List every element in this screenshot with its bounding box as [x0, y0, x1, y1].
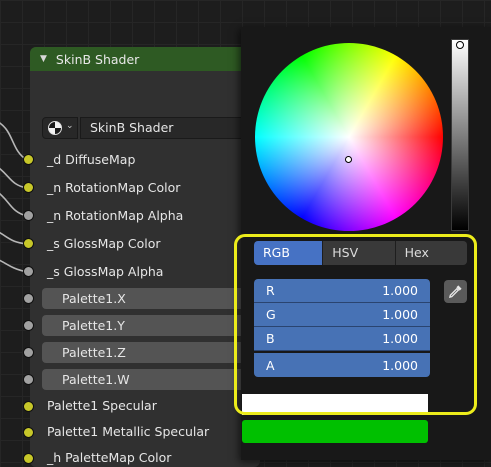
socket-label: Palette1 Metallic Specular — [47, 424, 210, 439]
palette-w-field[interactable]: Palette1.W — [42, 369, 247, 390]
socket-dot[interactable] — [24, 428, 33, 437]
socket-label: _n RotationMap Color — [47, 180, 181, 195]
socket-label: _s GlossMap Alpha — [47, 264, 164, 279]
value-slider-handle[interactable] — [456, 41, 464, 49]
socket-label: _h PaletteMap Color — [47, 450, 172, 465]
shader-browse-button[interactable]: ⌄ — [42, 117, 78, 139]
socket-dot[interactable] — [24, 211, 33, 220]
collapse-chevron-icon[interactable]: ▼ — [40, 54, 47, 64]
socket-dot[interactable] — [24, 155, 33, 164]
wire-rotation-alpha — [0, 192, 28, 217]
selection-highlight — [234, 234, 477, 415]
socket-dot[interactable] — [24, 294, 33, 303]
socket-label: _d DiffuseMap — [47, 152, 136, 167]
node-header[interactable]: ▼ SkinB Shader — [30, 47, 260, 71]
color-wheel[interactable] — [255, 43, 443, 231]
socket-dot[interactable] — [24, 375, 33, 384]
value-slider[interactable] — [451, 39, 469, 231]
shader-name-field[interactable]: SkinB Shader — [80, 117, 260, 139]
socket-label: _n RotationMap Alpha — [47, 208, 184, 223]
socket-label: Palette1 Specular — [47, 398, 157, 413]
previous-color-swatch[interactable] — [242, 420, 428, 443]
socket-dot[interactable] — [24, 348, 33, 357]
palette-y-field[interactable]: Palette1.Y — [42, 315, 247, 336]
socket-dot[interactable] — [24, 267, 33, 276]
socket-dot[interactable] — [24, 321, 33, 330]
wire-diffuse — [0, 122, 28, 161]
shader-selector[interactable]: ⌄ SkinB Shader — [42, 117, 260, 139]
material-sphere-icon — [48, 121, 62, 135]
chevron-down-icon: ⌄ — [66, 121, 74, 131]
wheel-cursor[interactable] — [345, 156, 352, 163]
wire-gloss-color — [0, 231, 28, 245]
wire-rotation-color — [0, 167, 28, 189]
socket-dot[interactable] — [24, 239, 33, 248]
socket-dot[interactable] — [24, 183, 33, 192]
socket-dot[interactable] — [24, 454, 33, 463]
socket-label: _s GlossMap Color — [47, 236, 161, 251]
wire-gloss-alpha — [0, 259, 28, 273]
palette-z-field[interactable]: Palette1.Z — [42, 342, 247, 363]
node-title: SkinB Shader — [55, 51, 140, 67]
socket-dot[interactable] — [24, 402, 33, 411]
palette-x-field[interactable]: Palette1.X — [42, 288, 247, 309]
